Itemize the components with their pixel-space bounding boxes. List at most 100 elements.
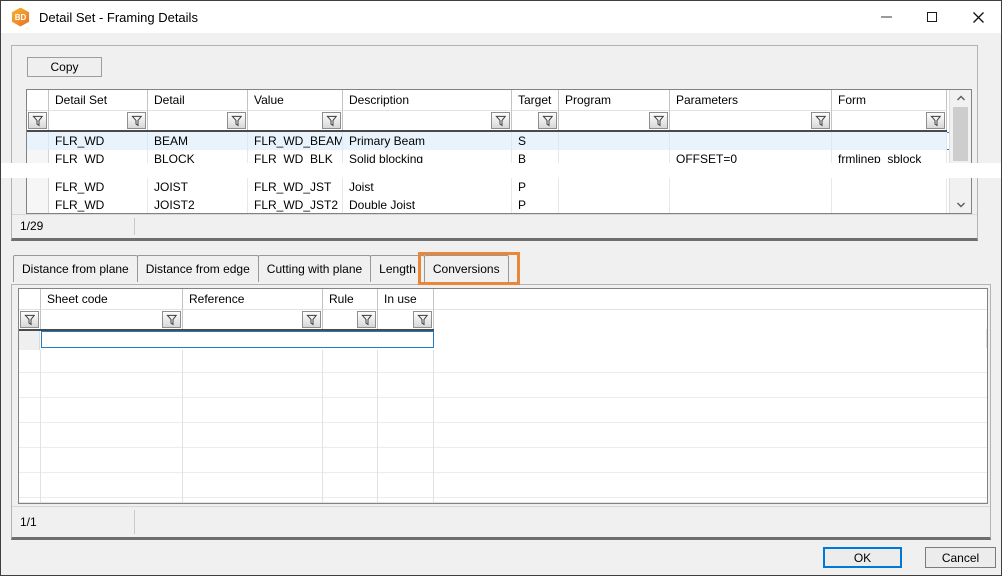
ok-button[interactable]: OK: [823, 547, 902, 568]
column-header-value[interactable]: Value: [248, 90, 343, 110]
filter-cell[interactable]: [41, 309, 183, 329]
row-selector-cell[interactable]: [27, 178, 49, 196]
filter-cell[interactable]: [323, 309, 378, 329]
column-header-description[interactable]: Description: [343, 90, 512, 110]
cell-parameters[interactable]: [670, 196, 832, 214]
cell-detail[interactable]: JOIST2: [148, 196, 248, 214]
empty-row[interactable]: [19, 398, 987, 423]
cell-target[interactable]: S: [512, 132, 559, 150]
cell-detail[interactable]: BEAM: [148, 132, 248, 150]
cell-program[interactable]: [559, 196, 670, 214]
filter-button[interactable]: [227, 112, 246, 129]
filter-funnel-icon: [495, 115, 507, 127]
filter-button[interactable]: [649, 112, 668, 129]
column-header-in-use[interactable]: In use: [378, 289, 434, 309]
tab-distance-from-edge[interactable]: Distance from edge: [137, 255, 259, 282]
column-header-detail[interactable]: Detail: [148, 90, 248, 110]
cell-form[interactable]: [832, 178, 947, 196]
row-selector-cell[interactable]: [27, 196, 49, 214]
column-header-detail-set[interactable]: Detail Set: [49, 90, 148, 110]
empty-row[interactable]: [19, 348, 987, 373]
column-header-parameters[interactable]: Parameters: [670, 90, 832, 110]
table-row[interactable]: FLR_WD JOIST2 FLR_WD_JST2 Double Joist P: [27, 196, 971, 214]
column-header-program[interactable]: Program: [559, 90, 670, 110]
cell-detail[interactable]: JOIST: [148, 178, 248, 196]
filter-button[interactable]: [127, 112, 146, 129]
tab-length[interactable]: Length: [370, 255, 425, 282]
cell-program[interactable]: [559, 178, 670, 196]
close-button[interactable]: [955, 1, 1001, 33]
filter-button[interactable]: [357, 311, 376, 328]
scroll-up-button[interactable]: [950, 90, 972, 106]
filter-cell[interactable]: [832, 110, 947, 130]
filter-cell[interactable]: [378, 309, 434, 329]
filter-cell[interactable]: [512, 110, 559, 130]
cell-value[interactable]: FLR_WD_JST: [248, 178, 343, 196]
grid-line: [322, 350, 323, 503]
filter-button[interactable]: [302, 311, 321, 328]
copy-button[interactable]: Copy: [27, 57, 102, 77]
column-header-sheet-code[interactable]: Sheet code: [41, 289, 183, 309]
cell-detail-set[interactable]: FLR_WD: [49, 196, 148, 214]
table-row[interactable]: FLR_WD JOIST FLR_WD_JST Joist P: [27, 178, 971, 196]
cell-description[interactable]: Double Joist: [343, 196, 512, 214]
row-selector-cell[interactable]: [27, 132, 49, 150]
tab-conversions[interactable]: Conversions: [424, 255, 509, 282]
filter-button[interactable]: [811, 112, 830, 129]
empty-row[interactable]: [19, 498, 987, 502]
cell-description[interactable]: Joist: [343, 178, 512, 196]
filter-button[interactable]: [491, 112, 510, 129]
cell-program[interactable]: [559, 132, 670, 150]
empty-row[interactable]: [19, 423, 987, 448]
cell-detail-set[interactable]: FLR_WD: [49, 178, 148, 196]
cell-target[interactable]: P: [512, 196, 559, 214]
filter-cell[interactable]: [183, 309, 323, 329]
filter-cell[interactable]: [670, 110, 832, 130]
row-selector-cell[interactable]: [19, 331, 40, 350]
filter-cell: [19, 309, 41, 329]
tab-cutting-with-plane[interactable]: Cutting with plane: [258, 255, 371, 282]
cell-form[interactable]: [832, 196, 947, 214]
empty-row[interactable]: [19, 473, 987, 498]
cell-target[interactable]: P: [512, 178, 559, 196]
vertical-scrollbar[interactable]: [949, 90, 971, 213]
filter-funnel-icon: [326, 115, 338, 127]
tab-distance-from-plane[interactable]: Distance from plane: [13, 255, 138, 282]
status-divider: [134, 218, 135, 235]
table-row[interactable]: FLR_WD BEAM FLR_WD_BEAM Primary Beam S: [27, 132, 971, 150]
filter-button[interactable]: [926, 112, 945, 129]
cancel-button[interactable]: Cancel: [925, 547, 996, 568]
cell-value[interactable]: FLR_WD_BEAM: [248, 132, 343, 150]
grid-line: [182, 350, 183, 503]
filter-button[interactable]: [20, 311, 39, 328]
column-header-reference[interactable]: Reference: [183, 289, 323, 309]
filter-funnel-icon: [815, 115, 827, 127]
cell-parameters[interactable]: [670, 132, 832, 150]
filter-button[interactable]: [413, 311, 432, 328]
column-header-target[interactable]: Target: [512, 90, 559, 110]
filter-button[interactable]: [538, 112, 557, 129]
caption-buttons: [863, 1, 1001, 33]
maximize-button[interactable]: [909, 1, 955, 33]
filter-cell[interactable]: [343, 110, 512, 130]
cell-form[interactable]: [832, 132, 947, 150]
empty-row[interactable]: [19, 448, 987, 473]
filter-button[interactable]: [28, 112, 47, 129]
scroll-down-button[interactable]: [950, 197, 972, 213]
filter-cell[interactable]: [248, 110, 343, 130]
filter-cell[interactable]: [559, 110, 670, 130]
cell-detail-set[interactable]: FLR_WD: [49, 132, 148, 150]
filter-button[interactable]: [322, 112, 341, 129]
minimize-button[interactable]: [863, 1, 909, 33]
new-row-selected[interactable]: [41, 331, 434, 348]
filter-cell[interactable]: [49, 110, 148, 130]
cell-description[interactable]: Primary Beam: [343, 132, 512, 150]
column-header-rule[interactable]: Rule: [323, 289, 378, 309]
empty-row[interactable]: [19, 373, 987, 398]
cell-parameters[interactable]: [670, 178, 832, 196]
cell-value[interactable]: FLR_WD_JST2: [248, 196, 343, 214]
filter-cell[interactable]: [148, 110, 248, 130]
column-header-form[interactable]: Form: [832, 90, 947, 110]
filter-button[interactable]: [162, 311, 181, 328]
scrollbar-thumb[interactable]: [953, 107, 968, 161]
